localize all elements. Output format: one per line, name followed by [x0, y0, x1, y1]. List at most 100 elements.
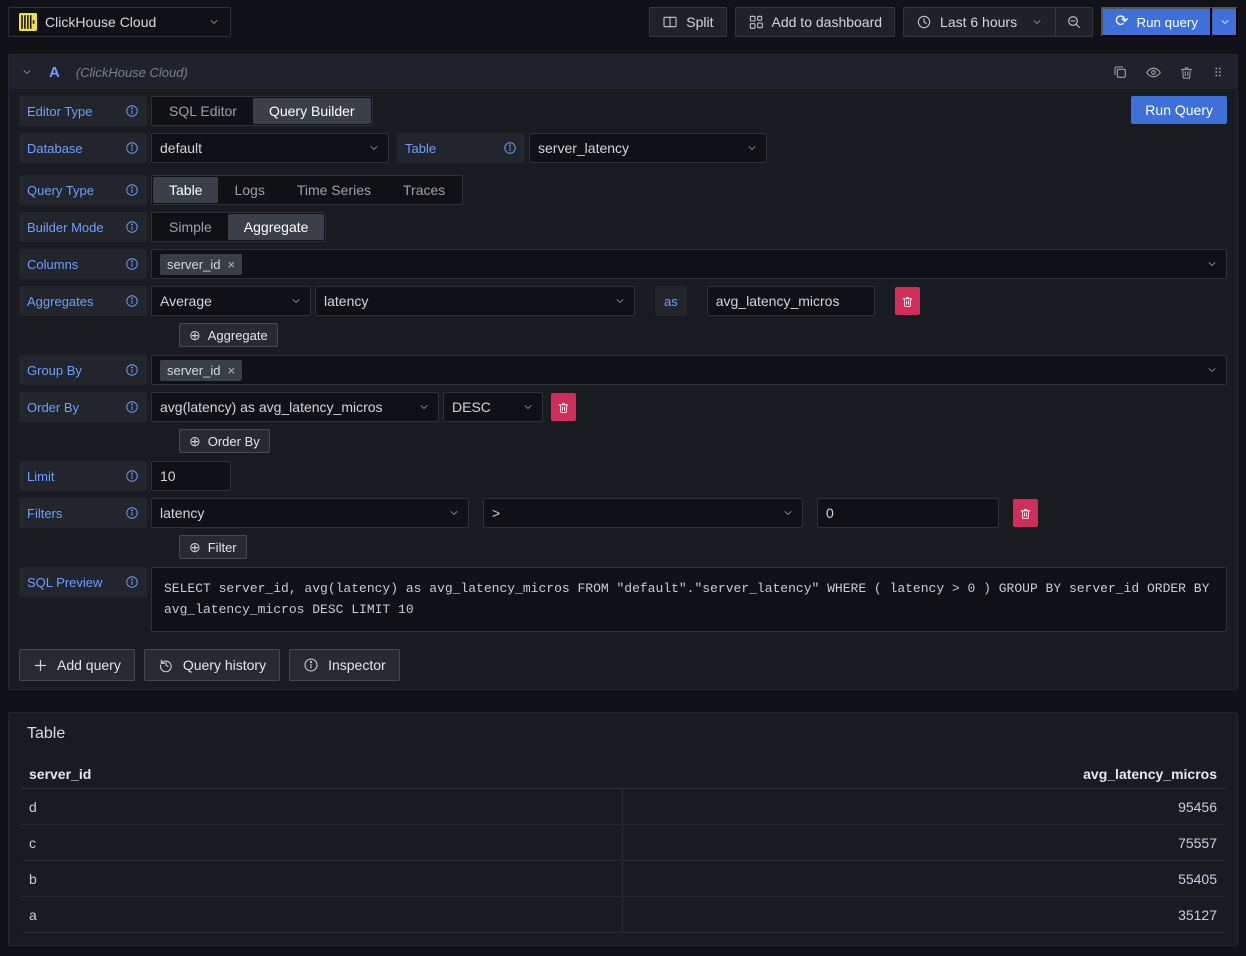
option-query-builder[interactable]: Query Builder: [253, 98, 371, 124]
query-type-row: Query Type Table Logs Time Series Traces: [19, 175, 1227, 205]
order-by-value: avg(latency) as avg_latency_micros: [160, 399, 412, 415]
filters-row: Filters latency >: [19, 498, 1227, 528]
database-select[interactable]: default: [151, 133, 389, 163]
add-to-dashboard-button[interactable]: Add to dashboard: [735, 7, 896, 37]
add-filter-label: Filter: [208, 540, 237, 555]
add-filter-button[interactable]: ⊕ Filter: [179, 535, 247, 559]
as-label: as: [655, 286, 687, 316]
column-header-avg-latency-micros[interactable]: avg_latency_micros: [623, 766, 1225, 782]
remove-filter-button[interactable]: [1013, 499, 1038, 527]
order-by-direction-select[interactable]: DESC: [443, 392, 543, 422]
info-circle-icon: [303, 657, 319, 673]
editor-type-label: Editor Type: [19, 96, 147, 126]
remove-chip-icon[interactable]: ×: [227, 258, 235, 271]
filter-column-select[interactable]: latency: [151, 498, 469, 528]
cell-avg-latency: 55405: [623, 871, 1225, 887]
option-traces[interactable]: Traces: [387, 177, 461, 203]
time-range-button[interactable]: Last 6 hours: [903, 7, 1056, 37]
results-table: server_id avg_latency_micros d 95456 c 7…: [21, 759, 1225, 933]
order-direction-value: DESC: [452, 399, 516, 415]
cell-avg-latency: 95456: [623, 799, 1225, 815]
chip-label: server_id: [167, 363, 220, 378]
table-select[interactable]: server_latency: [529, 133, 767, 163]
option-sql-editor[interactable]: SQL Editor: [153, 98, 253, 124]
order-by-label: Order By: [19, 392, 147, 422]
add-order-by-button[interactable]: ⊕ Order By: [179, 429, 270, 453]
hide-query-eye-icon[interactable]: [1145, 64, 1162, 81]
remove-chip-icon[interactable]: ×: [227, 364, 235, 377]
filter-value-input[interactable]: [817, 498, 999, 528]
chevron-down-icon: [1206, 364, 1218, 376]
field-label: Builder Mode: [27, 220, 104, 235]
query-row-actions: [1112, 64, 1225, 81]
option-logs[interactable]: Logs: [218, 177, 280, 203]
limit-input[interactable]: [151, 461, 231, 491]
chevron-down-icon: [418, 401, 430, 413]
chevron-down-icon: [1031, 16, 1043, 28]
query-history-button[interactable]: Query history: [144, 649, 280, 681]
info-icon: [125, 141, 139, 155]
info-icon: [125, 469, 139, 483]
aggregate-alias-input[interactable]: [707, 286, 875, 316]
sql-preview-row: SQL Preview SELECT server_id, avg(latenc…: [19, 567, 1227, 632]
remove-query-trash-icon[interactable]: [1179, 65, 1194, 80]
column-header-server-id[interactable]: server_id: [21, 766, 623, 782]
editor-type-row: Editor Type SQL Editor Query Builder: [19, 96, 1227, 126]
columns-row: Columns server_id ×: [19, 249, 1227, 279]
add-aggregate-button[interactable]: ⊕ Aggregate: [179, 323, 278, 347]
query-ref-id[interactable]: A: [49, 64, 60, 81]
chip-label: server_id: [167, 257, 220, 272]
split-label: Split: [686, 14, 713, 30]
filter-column-value: latency: [160, 505, 442, 521]
cell-server-id: c: [21, 825, 623, 860]
selected-group-by-chip[interactable]: server_id ×: [160, 360, 242, 381]
chevron-down-icon: [368, 142, 380, 154]
limit-row: Limit: [19, 461, 1227, 491]
database-value: default: [160, 140, 362, 156]
datasource-picker[interactable]: ClickHouse Cloud: [8, 7, 231, 37]
zoom-out-button[interactable]: [1056, 7, 1093, 37]
sql-preview-label: SQL Preview: [19, 567, 147, 597]
info-icon: [125, 363, 139, 377]
split-button[interactable]: Split: [649, 7, 726, 37]
duplicate-query-icon[interactable]: [1112, 64, 1128, 80]
collapse-chevron-icon[interactable]: [21, 66, 33, 78]
aggregates-label: Aggregates: [19, 286, 147, 316]
info-icon: [503, 141, 517, 155]
toolbar-actions: Split Add to dashboard Last 6 hours: [649, 7, 1238, 37]
inspector-button[interactable]: Inspector: [289, 649, 400, 681]
clock-icon: [916, 14, 932, 30]
remove-aggregate-button[interactable]: [895, 287, 920, 315]
add-query-button[interactable]: Add query: [19, 649, 135, 681]
columns-multiselect[interactable]: server_id ×: [151, 249, 1227, 279]
option-table[interactable]: Table: [153, 177, 218, 203]
filter-operator-value: >: [492, 505, 776, 521]
group-by-multiselect[interactable]: server_id ×: [151, 355, 1227, 385]
query-editor-panel: A (ClickHouse Cloud) Run Query Editor Ty…: [8, 54, 1238, 690]
field-label: Table: [405, 141, 436, 156]
limit-label: Limit: [19, 461, 147, 491]
aggregate-function-select[interactable]: Average: [151, 286, 311, 316]
option-aggregate[interactable]: Aggregate: [228, 214, 325, 240]
filter-operator-select[interactable]: >: [483, 498, 803, 528]
table-row: d 95456: [21, 789, 1225, 825]
drag-handle-icon[interactable]: [1211, 64, 1225, 80]
selected-column-chip[interactable]: server_id ×: [160, 254, 242, 275]
table-row: a 35127: [21, 897, 1225, 933]
option-simple[interactable]: Simple: [153, 214, 228, 240]
run-query-button[interactable]: ⟳ Run query: [1101, 7, 1212, 37]
option-time-series[interactable]: Time Series: [281, 177, 387, 203]
group-by-row: Group By server_id ×: [19, 355, 1227, 385]
remove-order-by-button[interactable]: [551, 393, 576, 421]
aggregate-column-select[interactable]: latency: [315, 286, 635, 316]
builder-mode-toggle: Simple Aggregate: [151, 212, 326, 242]
order-by-column-select[interactable]: avg(latency) as avg_latency_micros: [151, 392, 439, 422]
run-query-dropdown-toggle[interactable]: [1212, 7, 1238, 37]
info-icon: [125, 220, 139, 234]
table-label: Table: [397, 133, 525, 163]
order-by-row: Order By avg(latency) as avg_latency_mic…: [19, 392, 1227, 422]
table-header-row: server_id avg_latency_micros: [21, 759, 1225, 789]
table-row: b 55405: [21, 861, 1225, 897]
sync-icon: ⟳: [1115, 14, 1128, 30]
field-label: Aggregates: [27, 294, 94, 309]
